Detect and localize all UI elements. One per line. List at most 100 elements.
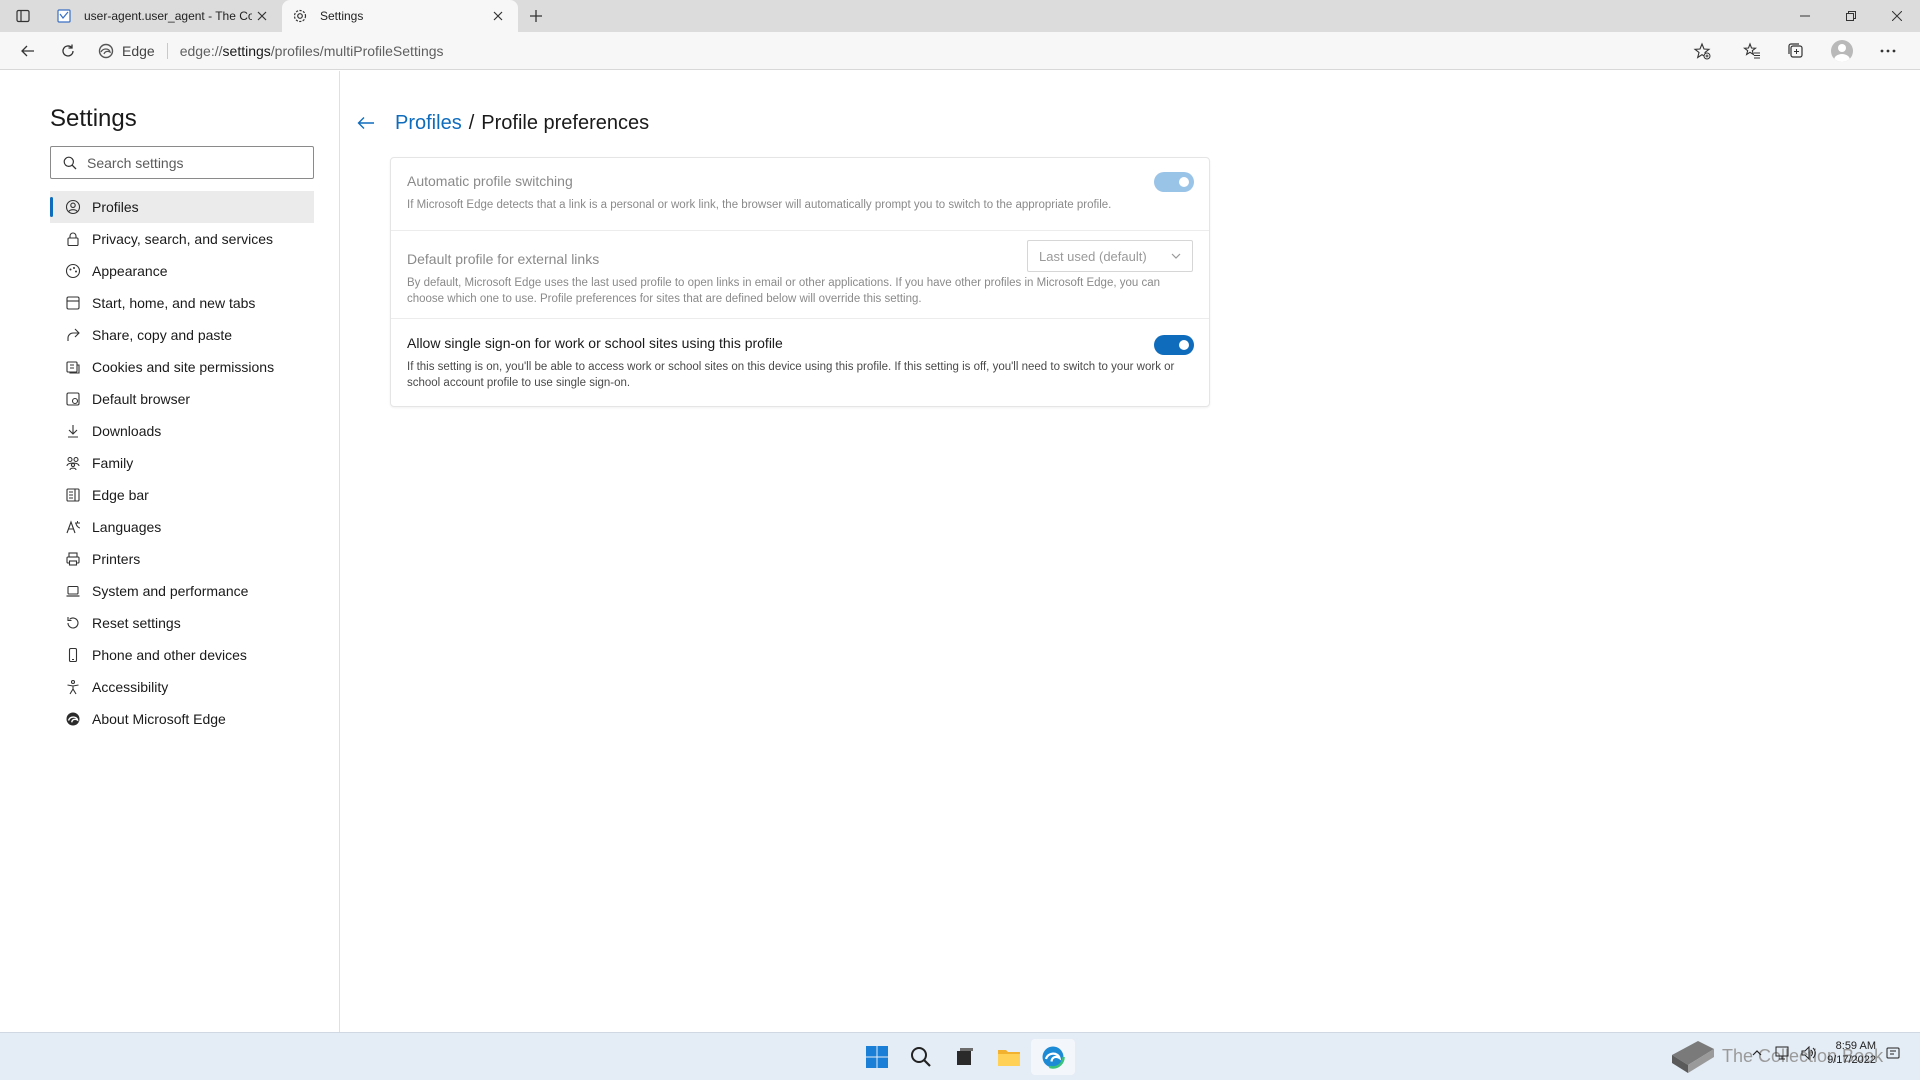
tab-bar: user-agent.user_agent - The Coll Setting…: [0, 0, 1920, 32]
settings-content: Profiles / Profile preferences Automatic…: [341, 71, 1920, 1032]
sidebar-item-label: Edge bar: [92, 487, 149, 503]
close-tab-icon[interactable]: [488, 6, 508, 26]
start-button[interactable]: [855, 1039, 899, 1075]
sidebar-item-start[interactable]: Start, home, and new tabs: [50, 287, 314, 319]
minimize-button[interactable]: [1782, 0, 1828, 32]
automatic-switching-toggle[interactable]: [1154, 172, 1194, 192]
sidebar-item-share[interactable]: Share, copy and paste: [50, 319, 314, 351]
sidebar-item-downloads[interactable]: Downloads: [50, 415, 314, 447]
browser-toolbar: Edge edge://settings/profiles/multiProfi…: [0, 32, 1920, 70]
more-icon: [1880, 49, 1896, 52]
start-icon: [64, 294, 82, 312]
sidebar-item-label: Languages: [92, 519, 162, 535]
address-bar[interactable]: Edge edge://settings/profiles/multiProfi…: [98, 36, 1674, 66]
site-label: Edge: [122, 42, 155, 59]
sidebar-item-reset[interactable]: Reset settings: [50, 607, 314, 639]
document-icon: [56, 8, 72, 24]
settings-title: Settings: [50, 105, 137, 132]
clock[interactable]: 8:59 AM 9/17/2022: [1827, 1039, 1876, 1067]
setting-description: By default, Microsoft Edge uses the last…: [407, 277, 1161, 305]
restore-button[interactable]: [1828, 0, 1874, 32]
new-tab-button[interactable]: [518, 0, 554, 32]
search-icon: [911, 1047, 931, 1067]
notifications-icon[interactable]: [1886, 1046, 1900, 1060]
sidebar-item-privacy[interactable]: Privacy, search, and services: [50, 223, 314, 255]
tab-user-agent[interactable]: user-agent.user_agent - The Coll: [46, 0, 282, 32]
tab-title: Settings: [320, 9, 364, 23]
back-to-profiles-button[interactable]: [357, 111, 383, 135]
network-icon[interactable]: [1775, 1046, 1791, 1060]
back-button[interactable]: [8, 34, 48, 68]
chevron-up-icon[interactable]: [1751, 1047, 1763, 1059]
single-sign-on-toggle[interactable]: [1154, 335, 1194, 355]
task-view-button[interactable]: [943, 1039, 987, 1075]
book-icon: [1672, 1041, 1714, 1073]
sidebar-item-family[interactable]: Family: [50, 447, 314, 479]
language-icon: [64, 518, 82, 536]
default-profile-dropdown[interactable]: Last used (default): [1027, 240, 1193, 272]
sidebar-item-system[interactable]: System and performance: [50, 575, 314, 607]
setting-single-sign-on: Allow single sign-on for work or school …: [391, 318, 1209, 408]
sidebar-item-accessibility[interactable]: Accessibility: [50, 671, 314, 703]
sidebar-item-profiles[interactable]: Profiles: [50, 191, 314, 223]
share-icon: [64, 326, 82, 344]
setting-description: If this setting is on, you'll be able to…: [407, 361, 1175, 389]
volume-icon[interactable]: [1801, 1046, 1817, 1060]
tab-title: user-agent.user_agent - The Coll: [84, 9, 252, 23]
cookie-icon: [64, 358, 82, 376]
laptop-icon: [64, 582, 82, 600]
refresh-button[interactable]: [48, 34, 88, 68]
accessibility-icon: [64, 678, 82, 696]
search-taskbar-button[interactable]: [899, 1039, 943, 1075]
collections-button[interactable]: [1776, 34, 1816, 68]
windows-logo-icon: [866, 1046, 888, 1068]
clock-date: 9/17/2022: [1827, 1054, 1876, 1066]
sidebar-item-languages[interactable]: Languages: [50, 511, 314, 543]
add-favorite-button[interactable]: [1682, 34, 1722, 68]
tab-actions-button[interactable]: [0, 0, 46, 32]
avatar: [1831, 39, 1853, 62]
profile-button[interactable]: [1822, 34, 1862, 68]
sidebar-item-appearance[interactable]: Appearance: [50, 255, 314, 287]
file-explorer-button[interactable]: [987, 1039, 1031, 1075]
sidebar-item-label: Cookies and site permissions: [92, 359, 275, 375]
sidebar-item-label: System and performance: [92, 583, 249, 599]
sidebar-item-about[interactable]: About Microsoft Edge: [50, 703, 314, 735]
clock-time: 8:59 AM: [1835, 1040, 1876, 1052]
sidebar-item-default-browser[interactable]: Default browser: [50, 383, 314, 415]
system-tray: 8:59 AM 9/17/2022: [1751, 1039, 1900, 1067]
url-host: settings: [222, 42, 271, 59]
browser-icon: [64, 390, 82, 408]
appearance-icon: [64, 262, 82, 280]
search-input[interactable]: [87, 154, 307, 171]
download-icon: [64, 422, 82, 440]
breadcrumb-profiles-link[interactable]: Profiles: [395, 112, 462, 135]
search-icon: [63, 156, 77, 169]
site-info[interactable]: Edge: [98, 42, 168, 59]
refresh-icon: [62, 44, 74, 57]
close-window-button[interactable]: [1874, 0, 1920, 32]
url-text: edge://settings/profiles/multiProfileSet…: [180, 43, 444, 59]
family-icon: [64, 454, 82, 472]
sidebar-item-label: Reset settings: [92, 615, 181, 631]
search-box[interactable]: [50, 146, 314, 179]
edge-taskbar-button[interactable]: [1031, 1039, 1075, 1075]
task-view-icon: [957, 1048, 973, 1065]
setting-default-profile-external-links: Default profile for external links By de…: [391, 230, 1209, 318]
sidebar-item-printers[interactable]: Printers: [50, 543, 314, 575]
close-icon: [1892, 11, 1902, 21]
window-controls: [1782, 0, 1920, 32]
close-tab-icon[interactable]: [252, 6, 272, 26]
sidebar-item-phone[interactable]: Phone and other devices: [50, 639, 314, 671]
sidebar-item-label: Accessibility: [92, 679, 169, 695]
gear-icon: [292, 8, 308, 24]
sidebar-item-label: Downloads: [92, 423, 162, 439]
settings-more-button[interactable]: [1868, 34, 1908, 68]
tab-settings[interactable]: Settings: [282, 0, 518, 32]
plus-icon: [530, 10, 542, 22]
favorites-button[interactable]: [1732, 34, 1772, 68]
sidebar-item-edge-bar[interactable]: Edge bar: [50, 479, 314, 511]
setting-description: If Microsoft Edge detects that a link is…: [407, 199, 1112, 211]
sidebar-item-cookies[interactable]: Cookies and site permissions: [50, 351, 314, 383]
back-arrow-icon: [21, 45, 34, 56]
